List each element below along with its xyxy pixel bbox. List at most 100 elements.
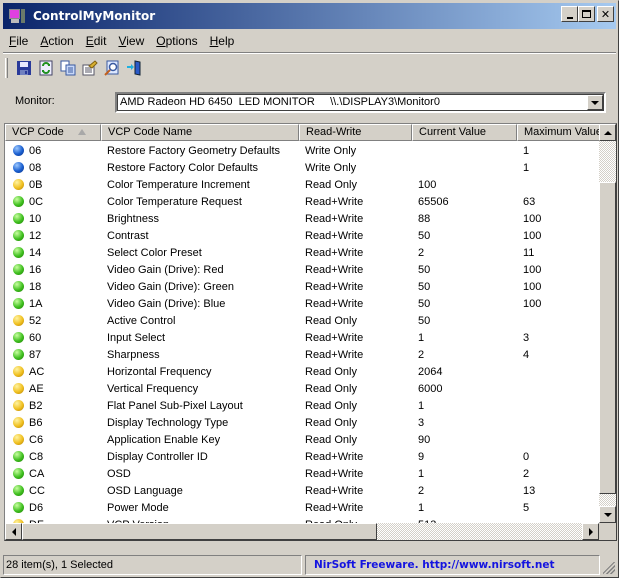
column-header-vcp-code-name[interactable]: VCP Code Name (101, 124, 299, 141)
table-row[interactable]: 16 Video Gain (Drive): Red Read+Write 50 100 (5, 261, 607, 278)
column-header-current-value[interactable]: Current Value (412, 124, 517, 141)
app-icon (8, 7, 26, 25)
status-blue-icon (13, 162, 24, 173)
status-green-icon (13, 451, 24, 462)
menu-action[interactable]: Action (34, 34, 79, 48)
scroll-left-button[interactable] (5, 523, 22, 540)
monitor-row: Monitor: AMD Radeon HD 6450 LED MONITOR … (1, 91, 619, 113)
cell-vcp-code: B2 (5, 400, 101, 412)
refresh-button[interactable] (35, 57, 57, 79)
table-row[interactable]: C6 Application Enable Key Read Only 90 (5, 431, 607, 448)
table-row[interactable]: AE Vertical Frequency Read Only 6000 (5, 380, 607, 397)
menu-options[interactable]: Options (150, 34, 203, 48)
cell-read-write: Read Only (305, 382, 357, 395)
table-row[interactable]: D6 Power Mode Read+Write 1 5 (5, 499, 607, 516)
horizontal-scroll-thumb[interactable] (22, 523, 377, 540)
column-header-read-write[interactable]: Read-Write (299, 124, 412, 141)
save-icon (17, 61, 31, 75)
menu-label: iew (126, 34, 145, 48)
status-yellow-icon (13, 315, 24, 326)
cell-read-write: Read+Write (305, 246, 364, 259)
column-header-label: Current Value (419, 126, 487, 138)
table-row[interactable]: 14 Select Color Preset Read+Write 2 11 (5, 244, 607, 261)
table-row[interactable]: B6 Display Technology Type Read Only 3 (5, 414, 607, 431)
column-header-label: VCP Code (12, 126, 64, 138)
toolbar-grip[interactable] (5, 58, 8, 78)
column-header-vcp-code[interactable]: VCP Code (5, 124, 101, 141)
scroll-right-button[interactable] (582, 523, 599, 540)
cell-vcp-name: Display Controller ID (107, 450, 208, 463)
title-bar[interactable]: ControlMyMonitor ✕ (3, 3, 616, 29)
menu-help[interactable]: Help (204, 34, 241, 48)
column-header-maximum-value[interactable]: Maximum Value (517, 124, 607, 141)
table-row[interactable]: 1A Video Gain (Drive): Blue Read+Write 50 10… (5, 295, 607, 312)
table-row[interactable]: 06 Restore Factory Geometry Defaults Write… (5, 142, 607, 159)
cell-read-write: Read+Write (305, 263, 364, 276)
copy-button[interactable] (57, 57, 79, 79)
vcp-code: 87 (29, 348, 42, 361)
table-row[interactable]: C8 Display Controller ID Read+Write 9 0 (5, 448, 607, 465)
cell-read-write: Read Only (305, 416, 357, 429)
cell-vcp-name: Video Gain (Drive): Green (107, 280, 234, 293)
table-row[interactable]: 52 Active Control Read Only 50 (5, 312, 607, 329)
find-button[interactable] (101, 57, 123, 79)
list-rows: 06 Restore Factory Geometry Defaults Write… (5, 142, 607, 540)
maximize-button[interactable] (578, 6, 595, 22)
vertical-scrollbar[interactable] (599, 124, 616, 523)
table-row[interactable]: 87 Sharpness Read+Write 2 4 (5, 346, 607, 363)
cell-read-write: Read+Write (305, 212, 364, 225)
scroll-up-button[interactable] (599, 124, 616, 141)
cell-current-value: 50 (418, 297, 431, 310)
maximize-icon (582, 10, 591, 18)
cell-vcp-name: Application Enable Key (107, 433, 221, 446)
cell-current-value: 1 (418, 501, 425, 514)
table-row[interactable]: 12 Contrast Read+Write 50 100 (5, 227, 607, 244)
cell-vcp-name: Power Mode (107, 501, 169, 514)
vcp-code: 14 (29, 246, 42, 259)
table-row[interactable]: 18 Video Gain (Drive): Green Read+Write 50 1… (5, 278, 607, 295)
menu-label: elp (218, 34, 235, 48)
menu-file[interactable]: File (3, 34, 34, 48)
status-green-icon (13, 468, 24, 479)
properties-button[interactable] (79, 57, 101, 79)
table-row[interactable]: CC OSD Language Read+Write 2 13 (5, 482, 607, 499)
vcp-list[interactable]: VCP Code VCP Code Name Read-Write Curren… (4, 123, 617, 541)
status-yellow-icon (13, 400, 24, 411)
horizontal-scrollbar[interactable] (5, 523, 599, 540)
cell-vcp-name: Input Select (107, 331, 166, 344)
menu-view[interactable]: View (112, 34, 150, 48)
vertical-scroll-thumb[interactable] (599, 182, 616, 494)
table-row[interactable]: AC Horizontal Frequency Read Only 2064 (5, 363, 607, 380)
exit-icon (127, 60, 141, 76)
menu-edit[interactable]: Edit (80, 34, 113, 48)
resize-grip-icon[interactable] (603, 562, 615, 574)
table-row[interactable]: 0C Color Temperature Request Read+Write 655… (5, 193, 607, 210)
close-icon: ✕ (600, 7, 611, 21)
cell-vcp-name: Video Gain (Drive): Blue (107, 297, 226, 310)
table-row[interactable]: B2 Flat Panel Sub-Pixel Layout Read Only 1 (5, 397, 607, 414)
table-row[interactable]: CA OSD Read+Write 1 2 (5, 465, 607, 482)
minimize-button[interactable] (561, 6, 578, 22)
close-button[interactable]: ✕ (597, 6, 614, 22)
status-green-icon (13, 213, 24, 224)
cell-vcp-code: 1A (5, 298, 101, 310)
table-row[interactable]: 60 Input Select Read+Write 1 3 (5, 329, 607, 346)
cell-maximum-value: 0 (523, 450, 530, 463)
exit-button[interactable] (123, 57, 145, 79)
monitor-dropdown-button[interactable] (587, 95, 603, 110)
table-row[interactable]: 10 Brightness Read+Write 88 100 (5, 210, 607, 227)
table-row[interactable]: 0B Color Temperature Increment Read Only 10… (5, 176, 607, 193)
scroll-down-button[interactable] (599, 506, 616, 523)
properties-icon (82, 60, 98, 76)
cell-vcp-code: 0C (5, 196, 101, 208)
arrow-left-icon (11, 527, 16, 536)
status-green-icon (13, 502, 24, 513)
vcp-code: B2 (29, 399, 43, 412)
monitor-select[interactable]: AMD Radeon HD 6450 LED MONITOR \\.\DISPL… (115, 92, 606, 113)
cell-current-value: 100 (418, 178, 437, 191)
save-button[interactable] (13, 57, 35, 79)
chevron-down-icon (591, 100, 599, 105)
table-row[interactable]: 08 Restore Factory Color Defaults Write On… (5, 159, 607, 176)
vcp-code: 0B (29, 178, 43, 191)
status-credit-link[interactable]: NirSoft Freeware. http://www.nirsoft.net (305, 555, 600, 575)
